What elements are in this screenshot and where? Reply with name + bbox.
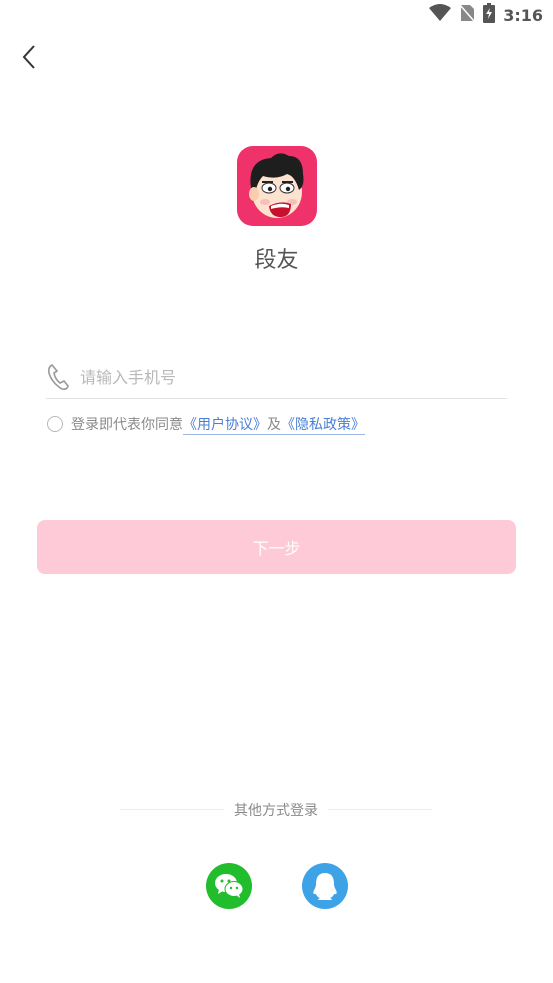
status-icons: 3:16	[429, 3, 543, 27]
cartoon-face-icon	[249, 153, 304, 218]
chevron-left-icon	[22, 45, 35, 69]
back-button[interactable]	[14, 40, 44, 74]
user-agreement-link[interactable]: 《用户协议》	[183, 417, 267, 433]
wifi-icon	[429, 4, 452, 26]
other-login-label-wrap: 其他方式登录	[120, 800, 432, 820]
agree-text: 登录即代表你同意	[71, 417, 183, 433]
privacy-policy-link[interactable]: 《隐私政策》	[281, 417, 365, 433]
wechat-login-button[interactable]	[206, 863, 252, 909]
qq-login-button[interactable]	[302, 863, 348, 909]
no-sim-icon	[459, 4, 475, 26]
battery-charging-icon	[483, 3, 496, 27]
status-bar: 3:16	[0, 0, 553, 30]
wechat-icon	[215, 874, 244, 898]
status-time: 3:16	[503, 5, 543, 25]
phone-input[interactable]	[80, 367, 480, 387]
qq-icon	[313, 873, 337, 900]
app-name: 段友	[254, 248, 299, 273]
other-login-divider: 其他方式登录	[120, 800, 432, 820]
phone-input-row	[46, 356, 507, 399]
next-button[interactable]: 下一步	[37, 520, 516, 574]
agreement-links: 《用户协议》及《隐私政策》	[183, 414, 365, 435]
other-login-label: 其他方式登录	[224, 803, 328, 819]
and-text: 及	[267, 416, 281, 433]
phone-icon	[46, 362, 72, 392]
app-logo	[237, 146, 317, 226]
agreement-row: 登录即代表你同意 《用户协议》及《隐私政策》	[47, 413, 365, 435]
agree-radio[interactable]	[47, 416, 63, 432]
